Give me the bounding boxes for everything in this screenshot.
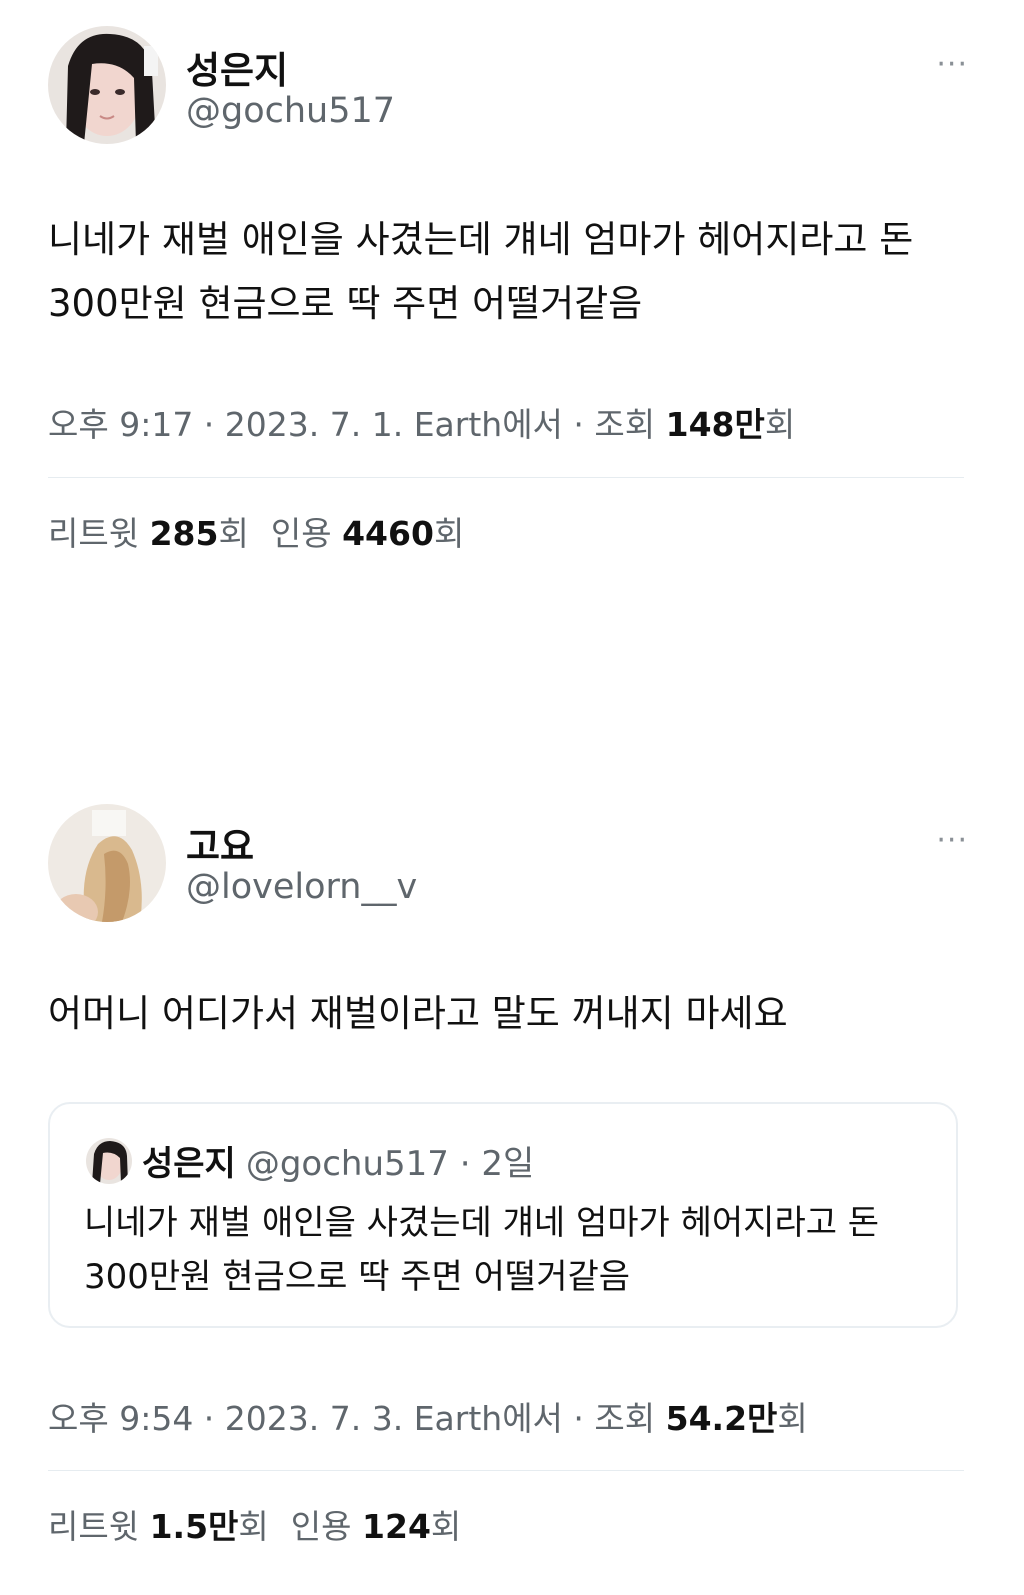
view-count: 148만 xyxy=(665,405,765,444)
retweets-unit: 회 xyxy=(218,514,249,553)
view-count: 54.2만 xyxy=(665,1399,778,1438)
avatar-image xyxy=(48,26,166,144)
user-handle[interactable]: @lovelorn__v xyxy=(186,867,417,907)
quotes-label: 인용 xyxy=(270,514,332,553)
timestamp-source[interactable]: 오후 9:54 · 2023. 7. 3. Earth에서 · 조회 xyxy=(48,1399,655,1438)
quoted-handle-time: @gochu517 · 2일 xyxy=(245,1144,535,1184)
tweet-meta: 오후 9:17 · 2023. 7. 1. Earth에서 · 조회 148만회 xyxy=(48,398,795,446)
avatar[interactable] xyxy=(48,26,166,144)
retweets-count: 285 xyxy=(149,514,219,553)
engagement-stats: 리트윗 285회 인용 4460회 xyxy=(48,507,464,555)
view-count-unit: 회 xyxy=(777,1399,808,1438)
divider xyxy=(48,477,964,478)
tweet-original: 성은지 @gochu517 ··· 니네가 재벌 애인을 사겼는데 걔네 엄마가… xyxy=(0,0,1024,600)
quotes-count: 124 xyxy=(362,1507,431,1546)
more-options-icon[interactable]: ··· xyxy=(936,50,968,80)
more-options-icon[interactable]: ··· xyxy=(936,826,968,856)
avatar-image xyxy=(48,804,166,922)
tweet-meta: 오후 9:54 · 2023. 7. 3. Earth에서 · 조회 54.2만… xyxy=(48,1392,808,1440)
retweets-link[interactable]: 리트윗 285회 xyxy=(48,514,249,553)
quoted-display-name: 성은지 xyxy=(142,1144,236,1184)
view-count-unit: 회 xyxy=(764,405,796,444)
retweets-label: 리트윗 xyxy=(48,514,140,553)
quoted-header: 성은지 @gochu517 · 2일 xyxy=(142,1136,534,1185)
quoted-avatar-image xyxy=(86,1138,132,1184)
tweet-text: 니네가 재벌 애인을 사겼는데 걔네 엄마가 헤어지라고 돈 300만원 현금으… xyxy=(48,218,914,325)
quotes-label: 인용 xyxy=(290,1507,352,1546)
retweets-count: 1.5만 xyxy=(149,1507,239,1546)
quoted-tweet-card[interactable]: 성은지 @gochu517 · 2일 니네가 재벌 애인을 사겼는데 걔네 엄마가… xyxy=(48,1102,958,1328)
quotes-link[interactable]: 인용 124회 xyxy=(291,1507,462,1546)
retweets-link[interactable]: 리트윗 1.5만회 xyxy=(48,1507,269,1546)
quoted-avatar xyxy=(86,1138,132,1184)
timestamp-source[interactable]: 오후 9:17 · 2023. 7. 1. Earth에서 · 조회 xyxy=(48,405,655,444)
quotes-link[interactable]: 인용 4460회 xyxy=(271,514,464,553)
quoted-text: 니네가 재벌 애인을 사겼는데 걔네 엄마가 헤어지라고 돈 300만원 현금으… xyxy=(84,1203,880,1297)
avatar[interactable] xyxy=(48,804,166,922)
retweets-unit: 회 xyxy=(238,1507,269,1546)
divider xyxy=(48,1470,964,1471)
quotes-unit: 회 xyxy=(433,514,465,553)
display-name[interactable]: 성은지 xyxy=(186,40,288,94)
retweets-label: 리트윗 xyxy=(48,1507,140,1546)
tweet-text: 어머니 어디가서 재벌이라고 말도 꺼내지 마세요 xyxy=(48,992,788,1035)
display-name[interactable]: 고요 xyxy=(186,816,254,870)
quotes-count: 4460 xyxy=(342,514,434,553)
quotes-unit: 회 xyxy=(430,1507,462,1546)
tweet-reply: 고요 @lovelorn__v ··· 어머니 어디가서 재벌이라고 말도 꺼내… xyxy=(0,800,1024,1595)
user-handle[interactable]: @gochu517 xyxy=(186,91,395,131)
engagement-stats: 리트윗 1.5만회 인용 124회 xyxy=(48,1500,461,1548)
